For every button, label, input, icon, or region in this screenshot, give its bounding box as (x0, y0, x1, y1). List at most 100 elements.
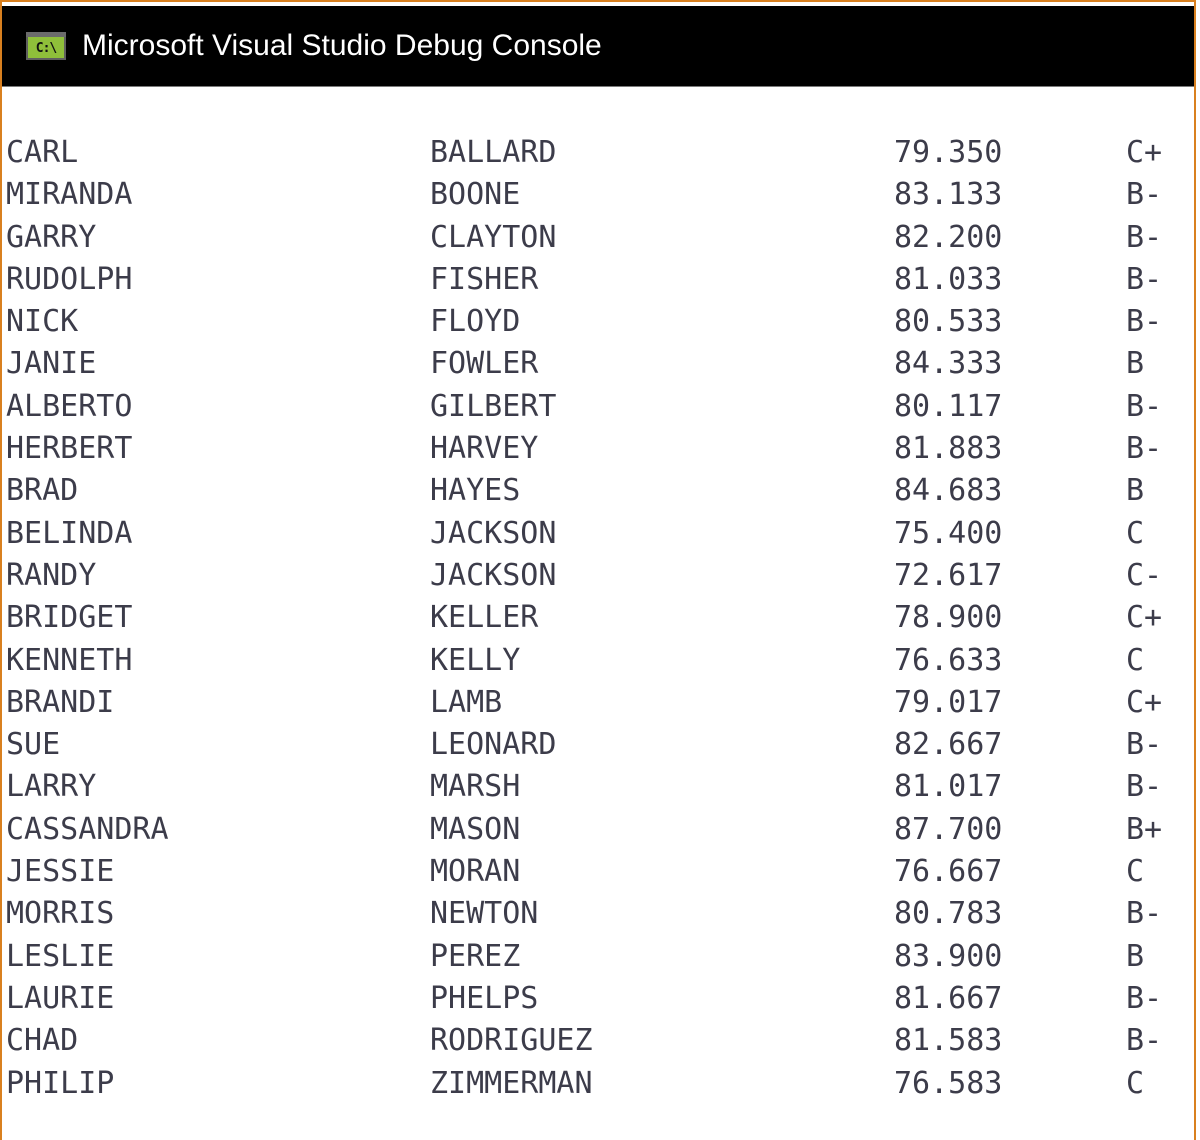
console-line: LAURIE PHELPS 81.667 B- (6, 978, 1196, 1020)
average-score: 81.033 (894, 261, 1003, 297)
letter-grade: B- (1126, 431, 1163, 467)
console-line: RUDOLPH FISHER 81.033 B- (6, 259, 1196, 301)
average-score: 80.783 (894, 896, 1003, 932)
letter-grade: B- (1126, 261, 1163, 297)
console-app-icon: C:\ (26, 32, 66, 60)
first-name: GARRY (6, 219, 97, 255)
average-score: 79.350 (894, 135, 1003, 170)
last-name: MARSH (430, 769, 521, 805)
letter-grade: C (1126, 642, 1145, 678)
average-score: 72.617 (894, 557, 1003, 593)
last-name: HAYES (430, 473, 521, 509)
console-line: LARRY MARSH 81.017 B- (6, 766, 1196, 808)
letter-grade: C+ (1126, 600, 1163, 636)
console-line: ALBERTO GILBERT 80.117 B- (6, 386, 1196, 428)
first-name: BRANDI (6, 684, 115, 720)
average-score: 76.633 (894, 642, 1003, 678)
first-name: LAURIE (6, 980, 115, 1016)
first-name: NICK (6, 304, 79, 340)
average-score: 81.667 (894, 980, 1003, 1016)
console-line: HERBERT HARVEY 81.883 B- (6, 428, 1196, 470)
letter-grade: B (1126, 473, 1145, 509)
debug-console-window: C:\ Microsoft Visual Studio Debug Consol… (0, 0, 1196, 1140)
console-line: CARL BALLARD 79.350 C+ (6, 132, 1196, 174)
letter-grade: B (1126, 938, 1145, 974)
last-name: JACKSON (430, 515, 557, 551)
average-score: 82.667 (894, 727, 1003, 763)
first-name: BRAD (6, 473, 79, 509)
console-line: GARRY CLAYTON 82.200 B- (6, 217, 1196, 259)
average-score: 80.533 (894, 304, 1003, 340)
letter-grade: B- (1126, 177, 1163, 213)
average-score: 76.667 (894, 854, 1003, 890)
first-name: JANIE (6, 346, 97, 382)
first-name: BRIDGET (6, 600, 133, 636)
letter-grade: B+ (1126, 811, 1163, 847)
average-score: 81.883 (894, 431, 1003, 467)
average-score: 79.017 (894, 684, 1003, 720)
average-score: 75.400 (894, 515, 1003, 551)
last-name: JACKSON (430, 557, 557, 593)
first-name: SUE (6, 727, 61, 763)
first-name: CASSANDRA (6, 811, 169, 847)
console-line: MIRANDA BOONE 83.133 B- (6, 174, 1196, 216)
letter-grade: C (1126, 1065, 1145, 1101)
letter-grade: B- (1126, 896, 1163, 932)
average-score: 83.133 (894, 177, 1003, 213)
last-name: PHELPS (430, 980, 539, 1016)
first-name: MORRIS (6, 896, 115, 932)
last-name: KELLER (430, 600, 539, 636)
last-name: RODRIGUEZ (430, 1023, 593, 1059)
console-line: BELINDA JACKSON 75.400 C (6, 513, 1196, 555)
first-name: MIRANDA (6, 177, 133, 213)
last-name: FLOYD (430, 304, 521, 340)
first-name: LARRY (6, 769, 97, 805)
first-name: CHAD (6, 1023, 79, 1059)
console-line: KENNETH KELLY 76.633 C (6, 640, 1196, 682)
letter-grade: B- (1126, 1023, 1163, 1059)
letter-grade: C+ (1126, 135, 1163, 170)
first-name: BELINDA (6, 515, 133, 551)
console-line: CHAD RODRIGUEZ 81.583 B- (6, 1020, 1196, 1062)
console-line: CASSANDRA MASON 87.700 B+ (6, 809, 1196, 851)
average-score: 78.900 (894, 600, 1003, 636)
title-bar[interactable]: C:\ Microsoft Visual Studio Debug Consol… (2, 6, 1194, 87)
console-line: MORRIS NEWTON 80.783 B- (6, 893, 1196, 935)
letter-grade: C (1126, 515, 1145, 551)
console-line: JESSIE MORAN 76.667 C (6, 851, 1196, 893)
last-name: FOWLER (430, 346, 539, 382)
letter-grade: B- (1126, 388, 1163, 424)
average-score: 84.333 (894, 346, 1003, 382)
console-line: PHILIP ZIMMERMAN 76.583 C (6, 1063, 1196, 1105)
first-name: PHILIP (6, 1065, 115, 1101)
letter-grade: C- (1126, 557, 1163, 593)
average-score: 81.017 (894, 769, 1003, 805)
letter-grade: C+ (1126, 684, 1163, 720)
letter-grade: B- (1126, 219, 1163, 255)
first-name: RANDY (6, 557, 97, 593)
last-name: FISHER (430, 261, 539, 297)
letter-grade: C (1126, 854, 1145, 890)
console-line: LESLIE PEREZ 83.900 B (6, 936, 1196, 978)
average-score: 87.700 (894, 811, 1003, 847)
console-output: CARL BALLARD 79.350 C+ MIRANDA BOONE 83.133 B- G… (6, 132, 1196, 1105)
first-name: HERBERT (6, 431, 133, 467)
last-name: CLAYTON (430, 219, 557, 255)
letter-grade: B- (1126, 304, 1163, 340)
last-name: KELLY (430, 642, 521, 678)
console-line: BRAD HAYES 84.683 B (6, 470, 1196, 512)
first-name: KENNETH (6, 642, 133, 678)
letter-grade: B- (1126, 727, 1163, 763)
window-title: Microsoft Visual Studio Debug Console (82, 29, 602, 62)
console-icon-glyph: C:\ (35, 40, 58, 56)
console-line: NICK FLOYD 80.533 B- (6, 301, 1196, 343)
average-score: 80.117 (894, 388, 1003, 424)
first-name: CARL (6, 135, 79, 170)
letter-grade: B- (1126, 980, 1163, 1016)
average-score: 76.583 (894, 1065, 1003, 1101)
console-line: RANDY JACKSON 72.617 C- (6, 555, 1196, 597)
letter-grade: B- (1126, 769, 1163, 805)
last-name: ZIMMERMAN (430, 1065, 593, 1101)
last-name: LEONARD (430, 727, 557, 763)
last-name: GILBERT (430, 388, 557, 424)
